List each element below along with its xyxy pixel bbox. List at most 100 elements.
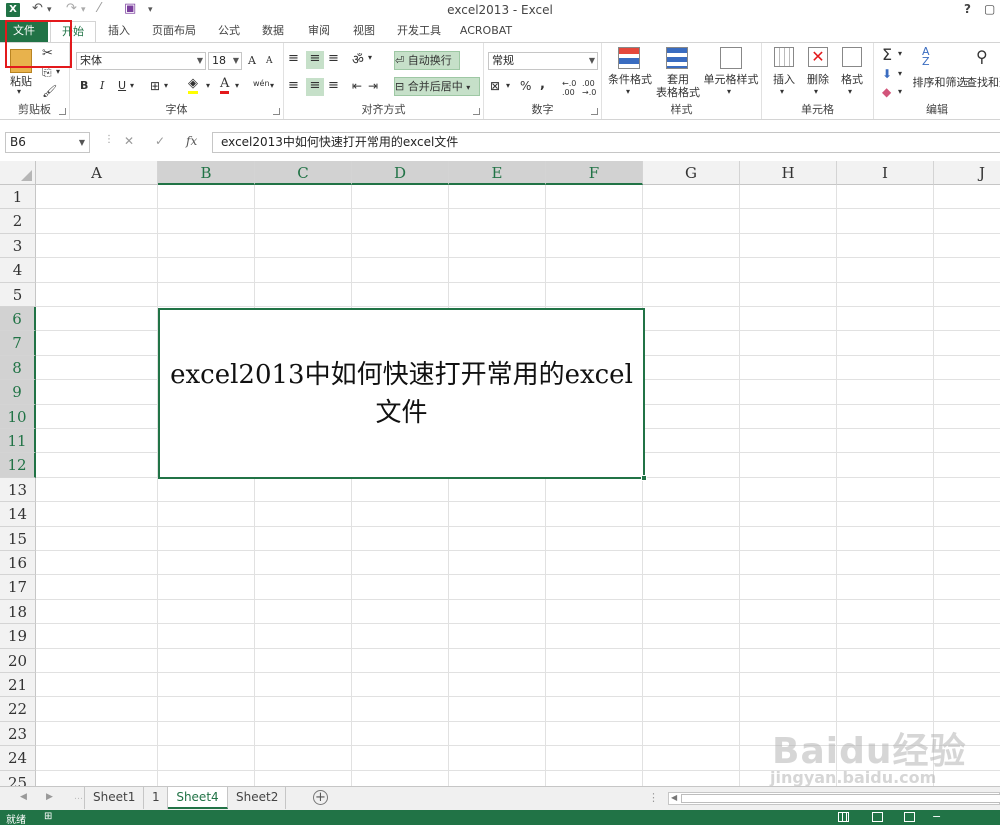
next-sheet-icon[interactable]: ▶: [46, 792, 53, 802]
select-all-button[interactable]: [0, 161, 36, 185]
align-bottom-icon[interactable]: ≡: [328, 51, 344, 67]
comma-button[interactable]: ,: [540, 77, 545, 92]
row-header-23[interactable]: 23: [0, 721, 36, 747]
column-header-f[interactable]: F: [546, 161, 643, 185]
wrap-text-button[interactable]: ⏎ 自动换行: [394, 51, 460, 70]
row-header-6[interactable]: 6: [0, 307, 36, 332]
tab-view[interactable]: 视图: [346, 21, 382, 42]
row-header-8[interactable]: 8: [0, 355, 36, 381]
sheet-tab-sheet4[interactable]: Sheet4: [168, 787, 228, 809]
sort-filter-button[interactable]: 排序和筛选: [910, 76, 970, 89]
autosum-icon[interactable]: Σ: [882, 45, 892, 64]
orientation-dropdown-icon[interactable]: ▾: [368, 53, 372, 62]
underline-dropdown-icon[interactable]: ▾: [130, 81, 134, 90]
cell-styles-dropdown-icon[interactable]: ▾: [727, 87, 731, 96]
decrease-decimal-icon[interactable]: .00 →.0: [582, 79, 596, 97]
ribbon-display-icon[interactable]: ▢: [984, 2, 995, 16]
format-dropdown-icon[interactable]: ▾: [848, 87, 852, 96]
conditional-format-icon[interactable]: [618, 47, 640, 69]
row-header-21[interactable]: 21: [0, 673, 36, 698]
sheet-tab-1[interactable]: 1: [144, 787, 168, 809]
row-header-17[interactable]: 17: [0, 575, 36, 600]
sheet-tab-sheet1[interactable]: Sheet1: [84, 787, 144, 809]
percent-button[interactable]: %: [520, 79, 531, 93]
accounting-dropdown-icon[interactable]: ▾: [506, 81, 510, 90]
clear-dropdown-icon[interactable]: ▾: [898, 87, 902, 96]
delete-cells-icon[interactable]: ✕: [808, 47, 828, 67]
tab-insert[interactable]: 插入: [101, 21, 137, 42]
formula-input[interactable]: excel2013中如何快速打开常用的excel文件: [212, 132, 1000, 153]
fill-dropdown-icon[interactable]: ▾: [898, 69, 902, 78]
row-header-13[interactable]: 13: [0, 477, 36, 503]
page-layout-view-icon[interactable]: [872, 812, 883, 822]
row-header-7[interactable]: 7: [0, 331, 36, 356]
tab-review[interactable]: 审阅: [300, 21, 338, 42]
insert-dropdown-icon[interactable]: ▾: [780, 87, 784, 96]
row-header-25[interactable]: 25: [0, 770, 36, 786]
tab-formulas[interactable]: 公式: [212, 21, 246, 42]
column-header-b[interactable]: B: [158, 161, 255, 185]
normal-view-icon[interactable]: [838, 812, 849, 822]
row-header-18[interactable]: 18: [0, 599, 36, 625]
row-header-12[interactable]: 12: [0, 453, 36, 478]
find-select-icon[interactable]: ⚲: [976, 47, 988, 66]
column-header-c[interactable]: C: [255, 161, 352, 185]
tab-developer[interactable]: 开发工具: [391, 21, 447, 42]
name-box[interactable]: B6 ▼: [5, 132, 90, 153]
border-icon[interactable]: ⊞: [150, 79, 160, 93]
column-header-h[interactable]: H: [740, 161, 837, 185]
shrink-font-button[interactable]: A: [266, 56, 273, 66]
row-header-14[interactable]: 14: [0, 502, 36, 527]
clear-icon[interactable]: ◆: [882, 85, 891, 99]
find-select-button[interactable]: 查找和选择: [966, 76, 1000, 89]
table-format-button[interactable]: 套用 表格格式: [652, 73, 704, 99]
tab-acrobat[interactable]: ACROBAT: [455, 21, 517, 42]
format-painter-icon[interactable]: 🖌: [42, 84, 57, 98]
row-header-11[interactable]: 11: [0, 429, 36, 454]
tab-page-layout[interactable]: 页面布局: [146, 21, 202, 42]
table-format-icon[interactable]: [666, 47, 688, 69]
phonetic-dropdown-icon[interactable]: ▾: [270, 81, 274, 90]
row-header-3[interactable]: 3: [0, 233, 36, 259]
row-header-15[interactable]: 15: [0, 526, 36, 551]
font-launcher-icon[interactable]: [273, 108, 280, 115]
column-header-d[interactable]: D: [352, 161, 449, 185]
cell-styles-icon[interactable]: [720, 47, 742, 69]
copy-dropdown-icon[interactable]: ▾: [56, 67, 60, 76]
merge-center-button[interactable]: ⊟ 合并后居中 ▾: [394, 77, 480, 96]
fill-icon[interactable]: ⬇: [882, 67, 892, 81]
row-header-16[interactable]: 16: [0, 551, 36, 576]
enter-icon[interactable]: ✓: [155, 134, 165, 148]
align-right-icon[interactable]: ≡: [328, 78, 344, 94]
align-top-icon[interactable]: ≡: [288, 51, 304, 67]
font-name-combo[interactable]: 宋体 ▼: [76, 52, 206, 70]
grow-font-button[interactable]: A: [248, 54, 256, 67]
align-left-icon[interactable]: ≡: [288, 78, 304, 94]
underline-button[interactable]: U: [118, 79, 126, 92]
column-header-g[interactable]: G: [643, 161, 740, 185]
align-center-icon[interactable]: ≡: [306, 78, 324, 96]
tab-data[interactable]: 数据: [254, 21, 292, 42]
row-header-2[interactable]: 2: [0, 209, 36, 234]
bold-button[interactable]: B: [80, 79, 88, 92]
number-launcher-icon[interactable]: [591, 108, 598, 115]
autosum-dropdown-icon[interactable]: ▾: [898, 49, 902, 58]
cancel-icon[interactable]: ✕: [124, 134, 134, 148]
delete-dropdown-icon[interactable]: ▾: [814, 87, 818, 96]
worksheet-grid[interactable]: ABCDEFGHIJ 1 2 3 4 5 6 7 8 9 10 11 12 13 14 15 16 17 18 19…: [0, 161, 1000, 786]
format-cells-icon[interactable]: [842, 47, 862, 67]
alignment-launcher-icon[interactable]: [473, 108, 480, 115]
insert-function-button[interactable]: fx: [186, 134, 197, 148]
add-sheet-button[interactable]: +: [313, 790, 328, 805]
border-dropdown-icon[interactable]: ▾: [164, 81, 168, 90]
number-format-combo[interactable]: 常规 ▼: [488, 52, 598, 70]
insert-cells-button[interactable]: 插入: [768, 73, 800, 86]
fill-handle[interactable]: [641, 475, 647, 481]
zoom-out-icon[interactable]: −: [932, 810, 941, 823]
conditional-dropdown-icon[interactable]: ▾: [626, 87, 630, 96]
page-break-view-icon[interactable]: [904, 812, 915, 822]
fill-color-icon[interactable]: ◈: [188, 77, 198, 94]
split-handle-icon[interactable]: ⋮: [648, 791, 659, 804]
row-header-22[interactable]: 22: [0, 697, 36, 722]
column-header-i[interactable]: I: [837, 161, 934, 185]
